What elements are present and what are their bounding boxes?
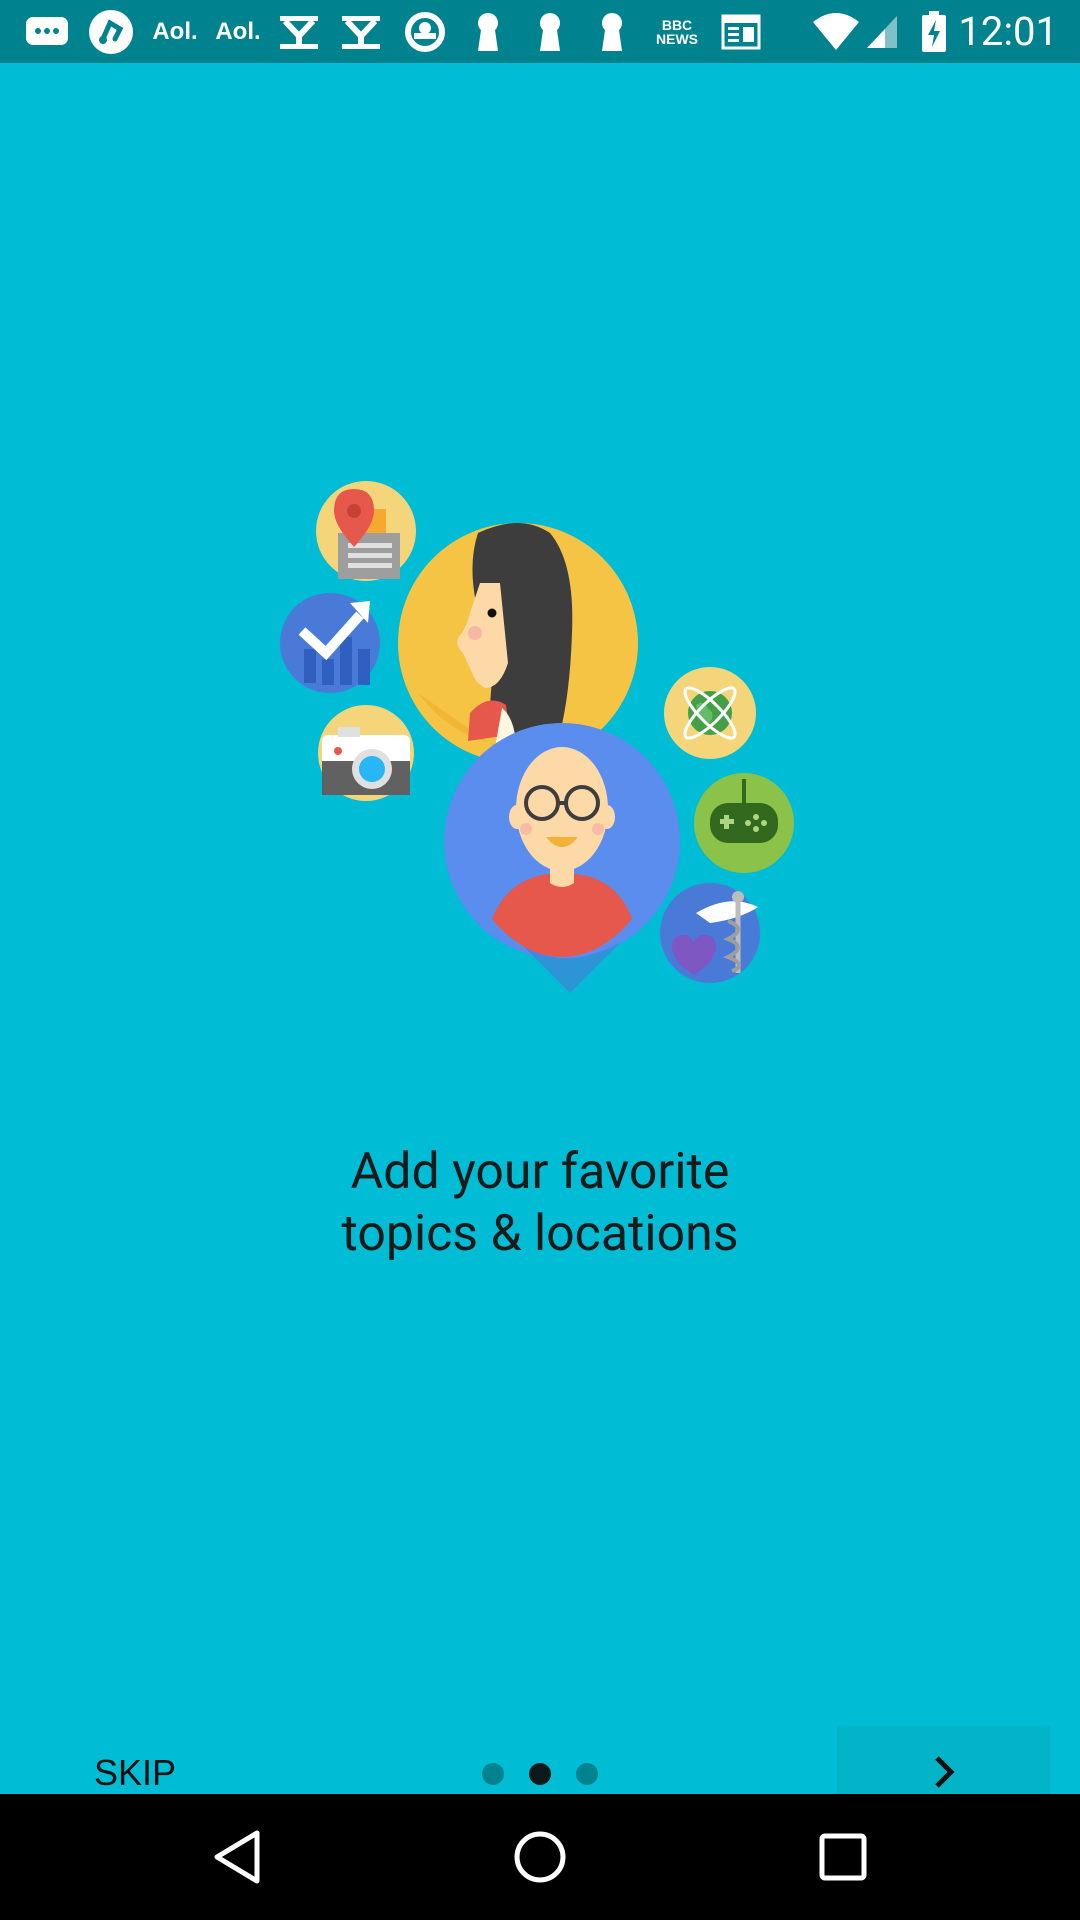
news-reader-icon <box>718 0 764 63</box>
science-topic-icon <box>664 667 756 759</box>
headline-line-1: Add your favorite <box>350 1143 730 1201</box>
keyhole-icon <box>466 0 510 63</box>
home-icon[interactable] <box>485 1812 595 1902</box>
local-news-topic-icon <box>316 481 416 581</box>
page-dot-3 <box>576 1763 598 1785</box>
page-dot-2-active <box>529 1763 551 1785</box>
chevron-right-icon <box>929 1752 959 1795</box>
chat-bubble-icon <box>22 0 72 63</box>
back-icon[interactable] <box>182 1812 292 1902</box>
headline-line-2: topics & locations <box>341 1205 739 1263</box>
gaming-topic-icon <box>694 773 794 873</box>
aol-icon: Aol. <box>215 17 261 45</box>
aol-icon: Aol. <box>152 17 198 45</box>
onboarding-headline: Add your favorite topics & locations <box>0 1141 1080 1265</box>
camera-topic-icon <box>318 705 414 801</box>
wifi-icon <box>808 0 864 63</box>
onboarding-page: Add your favorite topics & locations SKI… <box>0 63 1080 1820</box>
battery-charging-icon <box>916 0 952 63</box>
app-icon <box>402 0 448 63</box>
cell-signal-icon <box>862 0 902 63</box>
status-bar: Aol. Aol. BBC NEWS 12:01 <box>0 0 1080 63</box>
status-time: 12:01 <box>958 8 1058 55</box>
keyhole-icon <box>590 0 634 63</box>
recents-icon[interactable] <box>788 1812 898 1902</box>
topics-illustration <box>280 481 794 993</box>
business-topic-icon <box>280 593 380 693</box>
keyhole-icon <box>528 0 572 63</box>
music-app-icon <box>86 0 136 63</box>
yahoo-icon <box>338 0 384 63</box>
system-nav-bar <box>0 1794 1080 1920</box>
page-dot-1 <box>482 1763 504 1785</box>
bbc-news-icon: BBC NEWS <box>656 16 698 47</box>
yahoo-icon <box>276 0 322 63</box>
health-topic-icon <box>660 883 760 983</box>
page-indicator <box>474 1763 606 1787</box>
